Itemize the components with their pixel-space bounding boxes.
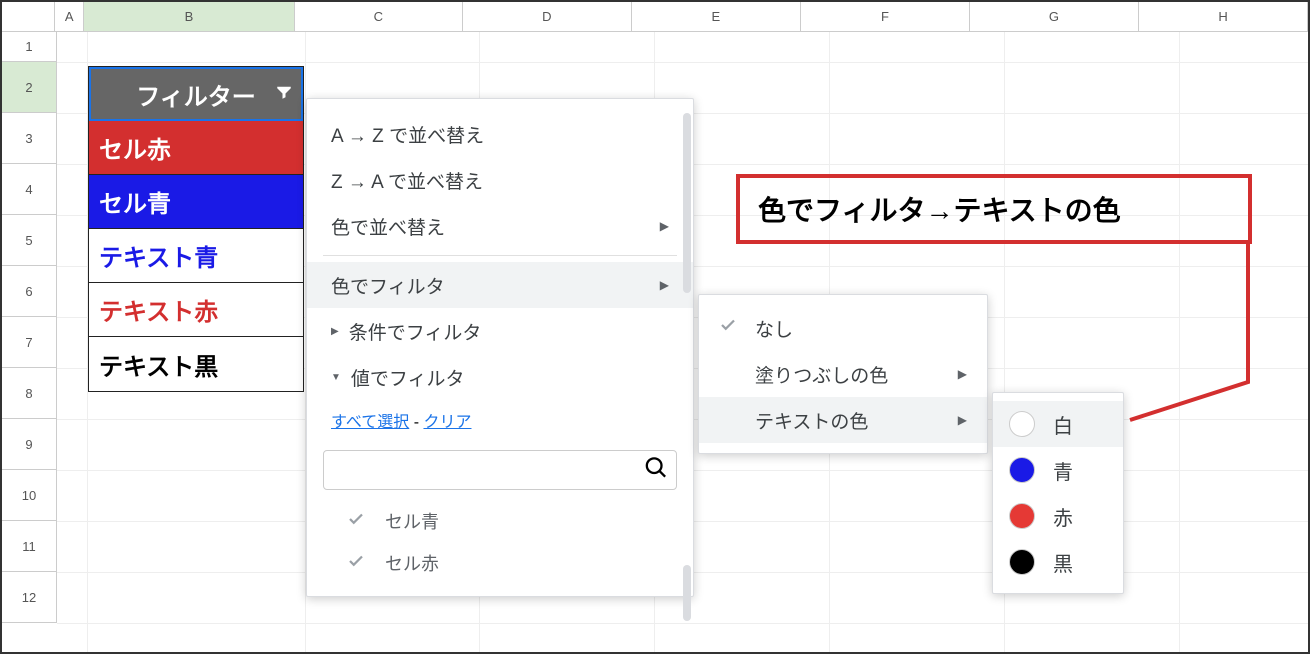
color-option[interactable]: 白 bbox=[993, 401, 1123, 447]
submenu-none[interactable]: なし bbox=[699, 305, 987, 351]
color-option[interactable]: 青 bbox=[993, 447, 1123, 493]
column-header-B[interactable]: B bbox=[84, 2, 295, 31]
column-header-G[interactable]: G bbox=[970, 2, 1139, 31]
color-option[interactable]: 赤 bbox=[993, 493, 1123, 539]
chevron-right-icon: ▶ bbox=[958, 413, 967, 427]
text-color-submenu: 白青赤黒 bbox=[992, 392, 1124, 594]
filter-value-item[interactable]: セル赤 bbox=[307, 542, 693, 584]
filter-icon[interactable] bbox=[275, 80, 293, 108]
row-headers: 123456789101112 bbox=[2, 32, 57, 623]
scrollbar-thumb[interactable] bbox=[683, 113, 691, 293]
chevron-right-icon: ▶ bbox=[958, 367, 967, 381]
column-header-F[interactable]: F bbox=[801, 2, 970, 31]
separator bbox=[323, 255, 677, 256]
row-header-1[interactable]: 1 bbox=[2, 32, 57, 62]
search-icon[interactable] bbox=[645, 457, 667, 484]
color-option[interactable]: 黒 bbox=[993, 539, 1123, 585]
submenu-fill-color[interactable]: 塗りつぶしの色 ▶ bbox=[699, 351, 987, 397]
row-header-8[interactable]: 8 bbox=[2, 368, 57, 419]
search-input[interactable] bbox=[323, 450, 677, 490]
filter-by-color[interactable]: 色でフィルタ▶ bbox=[307, 262, 693, 308]
sort-by-color[interactable]: 色で並べ替え▶ bbox=[307, 203, 693, 249]
submenu-text-color[interactable]: テキストの色 ▶ bbox=[699, 397, 987, 443]
scrollbar-thumb[interactable] bbox=[683, 565, 691, 621]
annotation-callout: 色でフィルタ→テキストの色 bbox=[736, 174, 1252, 244]
table-header-text: フィルター bbox=[136, 77, 256, 112]
select-links: すべて選択 - クリア bbox=[307, 400, 693, 440]
color-swatch bbox=[1009, 503, 1035, 529]
row-header-12[interactable]: 12 bbox=[2, 572, 57, 623]
menu-scrollbar[interactable] bbox=[683, 113, 691, 623]
filter-search bbox=[323, 450, 677, 490]
check-icon bbox=[719, 316, 737, 340]
filter-by-condition[interactable]: ▶条件でフィルタ bbox=[307, 308, 693, 354]
annotation-arrow bbox=[1126, 242, 1256, 422]
clear-link[interactable]: クリア bbox=[423, 414, 471, 431]
row-header-9[interactable]: 9 bbox=[2, 419, 57, 470]
column-header-C[interactable]: C bbox=[295, 2, 463, 31]
select-all-corner[interactable] bbox=[2, 2, 55, 31]
check-icon bbox=[347, 510, 365, 533]
column-header-D[interactable]: D bbox=[463, 2, 632, 31]
table-header-cell[interactable]: フィルター bbox=[89, 67, 303, 121]
column-header-E[interactable]: E bbox=[632, 2, 801, 31]
row-header-4[interactable]: 4 bbox=[2, 164, 57, 215]
table-row[interactable]: セル青 bbox=[89, 175, 303, 229]
filter-by-value[interactable]: ▼値でフィルタ bbox=[307, 354, 693, 400]
table-row[interactable]: テキスト黒 bbox=[89, 337, 303, 391]
table-row[interactable]: テキスト赤 bbox=[89, 283, 303, 337]
row-header-7[interactable]: 7 bbox=[2, 317, 57, 368]
column-header-H[interactable]: H bbox=[1139, 2, 1308, 31]
row-header-6[interactable]: 6 bbox=[2, 266, 57, 317]
sort-az[interactable]: A → Z で並べ替え bbox=[307, 111, 693, 157]
triangle-down-icon: ▼ bbox=[331, 372, 341, 383]
chevron-right-icon: ▶ bbox=[660, 278, 669, 292]
color-filter-submenu: なし 塗りつぶしの色 ▶ テキストの色 ▶ bbox=[698, 294, 988, 454]
filter-value-item[interactable]: セル青 bbox=[307, 500, 693, 542]
row-header-3[interactable]: 3 bbox=[2, 113, 57, 164]
color-swatch bbox=[1009, 549, 1035, 575]
sort-za[interactable]: Z → A で並べ替え bbox=[307, 157, 693, 203]
color-swatch bbox=[1009, 411, 1035, 437]
triangle-right-icon: ▶ bbox=[331, 326, 339, 337]
color-swatch bbox=[1009, 457, 1035, 483]
column-header-A[interactable]: A bbox=[55, 2, 84, 31]
check-icon bbox=[347, 552, 365, 575]
row-header-5[interactable]: 5 bbox=[2, 215, 57, 266]
data-table: フィルター セル赤セル青テキスト青テキスト赤テキスト黒 bbox=[88, 66, 304, 392]
row-header-2[interactable]: 2 bbox=[2, 62, 57, 113]
chevron-right-icon: ▶ bbox=[660, 219, 669, 233]
filter-menu: A → Z で並べ替え Z → A で並べ替え 色で並べ替え▶ 色でフィルタ▶ … bbox=[306, 98, 694, 597]
row-header-10[interactable]: 10 bbox=[2, 470, 57, 521]
table-row[interactable]: セル赤 bbox=[89, 121, 303, 175]
row-header-11[interactable]: 11 bbox=[2, 521, 57, 572]
column-headers: ABCDEFGH bbox=[2, 2, 1308, 32]
select-all-link[interactable]: すべて選択 bbox=[331, 414, 409, 431]
table-row[interactable]: テキスト青 bbox=[89, 229, 303, 283]
